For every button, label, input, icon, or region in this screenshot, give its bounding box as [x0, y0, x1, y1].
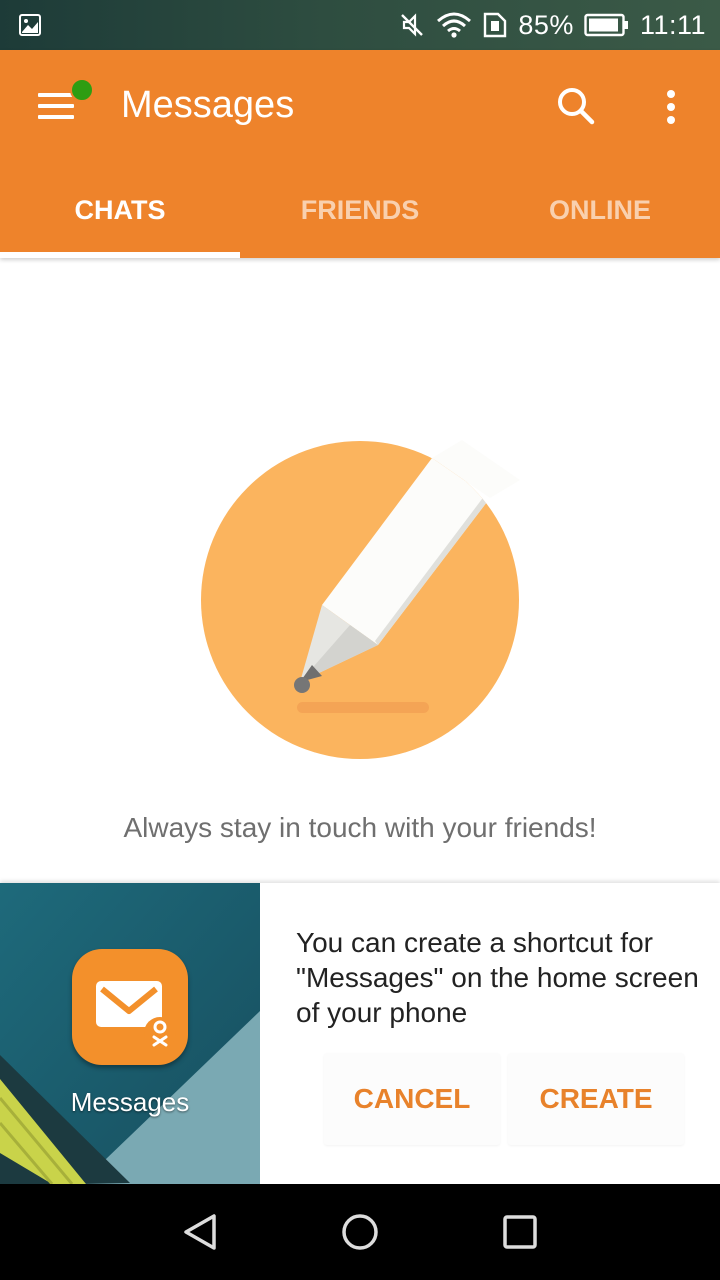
sim-icon: [484, 12, 507, 38]
shortcut-banner: Messages You can create a shortcut for "…: [0, 883, 720, 1184]
search-icon: [558, 88, 595, 125]
status-bar: 85% 11:11: [0, 0, 720, 50]
empty-state-message: Always stay in touch with your friends!: [123, 812, 597, 843]
wifi-icon: [437, 12, 472, 38]
tab-chats[interactable]: CHATS: [0, 162, 240, 258]
battery-percent: 85%: [518, 9, 574, 40]
shortcut-app-label: Messages: [70, 1087, 190, 1117]
shortcut-preview: Messages: [0, 883, 260, 1184]
more-options-button[interactable]: [648, 80, 694, 132]
page-title: Messages: [121, 84, 295, 126]
gallery-icon: [19, 14, 41, 36]
home-icon[interactable]: [336, 1208, 384, 1256]
tab-friends[interactable]: FRIENDS: [240, 162, 480, 258]
menu-button[interactable]: [26, 78, 94, 136]
clock: 11:11: [639, 9, 706, 40]
back-icon[interactable]: [176, 1208, 224, 1256]
mute-icon: [401, 13, 424, 37]
app-bar: Messages CHATS FRIENDS ONLINE: [0, 50, 720, 258]
create-button[interactable]: CREATE: [508, 1053, 684, 1145]
tab-online[interactable]: ONLINE: [480, 162, 720, 258]
app-shortcut-icon: [72, 949, 188, 1065]
cancel-button[interactable]: CANCEL: [324, 1053, 500, 1145]
online-status-dot: [70, 78, 94, 102]
battery-icon: [584, 13, 628, 37]
recents-icon[interactable]: [496, 1208, 544, 1256]
screen: 85% 11:11 Messages CHATS FRIENDS ONLINE …: [0, 0, 720, 1280]
active-tab-indicator: [0, 252, 240, 258]
shortcut-prompt-text: You can create a shortcut for "Messages"…: [296, 927, 699, 1028]
tab-bar: CHATS FRIENDS ONLINE: [0, 162, 720, 258]
envelope-icon: [96, 981, 176, 1049]
search-button[interactable]: [550, 80, 602, 132]
pencil-illustration: [201, 440, 520, 759]
navigation-bar: [0, 1184, 720, 1280]
